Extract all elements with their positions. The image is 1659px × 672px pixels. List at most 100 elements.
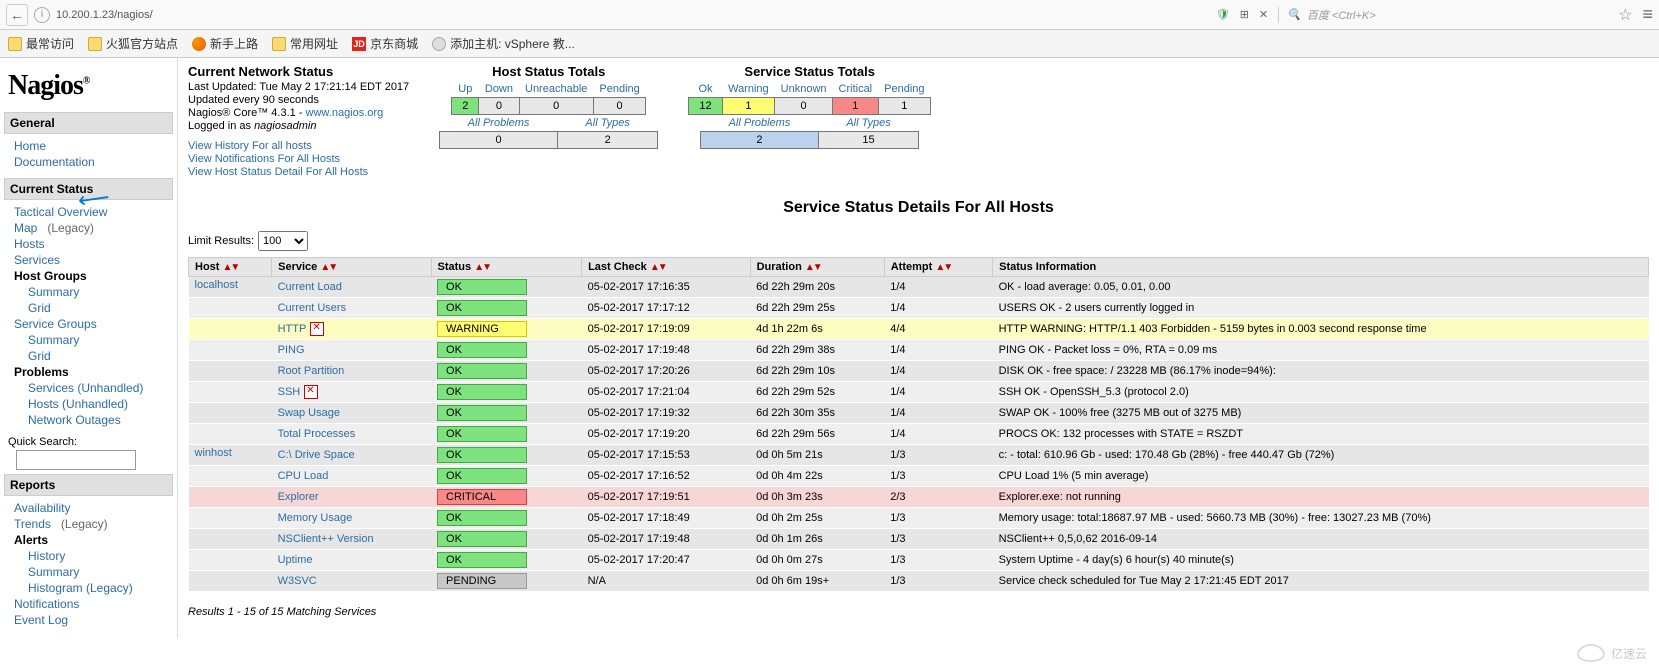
bm-common[interactable]: 常用网址 <box>272 35 338 52</box>
nav-service-groups[interactable]: Service Groups <box>14 316 173 332</box>
hosts-down[interactable]: 0 <box>479 98 519 115</box>
col-last[interactable]: Last Check ▲▼ <box>582 258 751 277</box>
service-link[interactable]: PING <box>272 340 431 361</box>
back-button[interactable]: ← <box>6 4 28 26</box>
nav-history[interactable]: History <box>14 548 173 564</box>
nav-sg-summary[interactable]: Summary <box>14 332 173 348</box>
link-host-detail[interactable]: View Host Status Detail For All Hosts <box>188 166 368 178</box>
bookmark-star-icon[interactable]: ☆ <box>1618 5 1632 25</box>
link-notifications[interactable]: View Notifications For All Hosts <box>188 153 340 165</box>
results-footer: Results 1 - 15 of 15 Matching Services <box>188 606 1649 618</box>
quick-search-input[interactable] <box>16 450 136 470</box>
browser-search-box[interactable]: 🔍 百度 <Ctrl+K> <box>1278 7 1598 23</box>
host-empty <box>189 487 272 508</box>
service-link[interactable]: W3SVC <box>272 571 431 592</box>
nav-hosts[interactable]: Hosts <box>14 236 173 252</box>
nav-trends[interactable]: Trends (Legacy) <box>14 516 173 532</box>
duration: 6d 22h 29m 10s <box>750 361 884 382</box>
nav-sg-grid[interactable]: Grid <box>14 348 173 364</box>
col-service[interactable]: Service ▲▼ <box>272 258 431 277</box>
nav-net-outages[interactable]: Network Outages <box>14 412 173 428</box>
nav-hg-summary[interactable]: Summary <box>14 284 173 300</box>
table-row: HTTP WARNING 05-02-2017 17:19:09 4d 1h 2… <box>189 319 1649 340</box>
svc-all-problems[interactable]: 2 <box>701 132 819 149</box>
shield-icon[interactable]: 🛡 <box>1216 8 1230 21</box>
site-info-icon[interactable]: i <box>34 7 50 23</box>
svc-unknown[interactable]: 0 <box>775 98 833 115</box>
svc-all-types[interactable]: 15 <box>818 132 918 149</box>
bm-most-visited[interactable]: 最常访问 <box>8 35 74 52</box>
nav-hg-grid[interactable]: Grid <box>14 300 173 316</box>
clear-icon[interactable]: ✕ <box>1259 8 1268 21</box>
attempt: 1/3 <box>884 529 992 550</box>
table-row: SSH OK 05-02-2017 17:21:04 6d 22h 29m 52… <box>189 382 1649 403</box>
service-link[interactable]: HTTP <box>272 319 431 340</box>
bm-vsphere[interactable]: 添加主机: vSphere 教... <box>432 35 575 52</box>
nav-alerts[interactable]: Alerts <box>14 532 173 548</box>
nav-problems[interactable]: Problems <box>14 364 173 380</box>
nav-svc-unhandled[interactable]: Services (Unhandled) <box>14 380 173 396</box>
service-link[interactable]: Swap Usage <box>272 403 431 424</box>
nav-hosts-unhandled[interactable]: Hosts (Unhandled) <box>14 396 173 412</box>
last-check: 05-02-2017 17:20:26 <box>582 361 751 382</box>
nav-home[interactable]: Home <box>14 138 173 154</box>
service-link[interactable]: Memory Usage <box>272 508 431 529</box>
table-row: Uptime OK 05-02-2017 17:20:47 0d 0h 0m 2… <box>189 550 1649 571</box>
service-link[interactable]: SSH <box>272 382 431 403</box>
host-all-types[interactable]: 2 <box>557 132 657 149</box>
status-info: SWAP OK - 100% free (3275 MB out of 3275… <box>993 403 1649 424</box>
table-row: Current Users OK 05-02-2017 17:17:12 6d … <box>189 298 1649 319</box>
nav-notifications[interactable]: Notifications <box>14 596 173 612</box>
table-row: NSClient++ Version OK 05-02-2017 17:19:4… <box>189 529 1649 550</box>
bm-jd[interactable]: JD京东商城 <box>352 35 418 52</box>
nav-availability[interactable]: Availability <box>14 500 173 516</box>
host-link[interactable]: localhost <box>189 277 272 298</box>
nav-services[interactable]: Services <box>14 252 173 268</box>
qr-icon[interactable]: ⊞ <box>1240 8 1249 21</box>
col-attempt[interactable]: Attempt ▲▼ <box>884 258 992 277</box>
col-status[interactable]: Status ▲▼ <box>431 258 582 277</box>
globe-icon <box>432 37 446 51</box>
last-check: 05-02-2017 17:19:48 <box>582 340 751 361</box>
nav-host-groups[interactable]: Host Groups <box>14 268 173 284</box>
hosts-pending[interactable]: 0 <box>593 98 645 115</box>
svc-crit[interactable]: 1 <box>833 98 879 115</box>
url-box[interactable]: i 10.200.1.23/nagios/ <box>34 7 1134 23</box>
service-link[interactable]: Current Users <box>272 298 431 319</box>
service-link[interactable]: NSClient++ Version <box>272 529 431 550</box>
nagios-link[interactable]: www.nagios.org <box>306 107 384 119</box>
svc-warn[interactable]: 1 <box>722 98 775 115</box>
nav-map[interactable]: Map (Legacy) <box>14 220 173 236</box>
service-link[interactable]: Explorer <box>272 487 431 508</box>
col-info[interactable]: Status Information <box>993 258 1649 277</box>
menu-icon[interactable]: ≡ <box>1642 4 1653 25</box>
link-history[interactable]: View History For all hosts <box>188 140 312 152</box>
status-cell: OK <box>431 403 582 424</box>
hosts-up[interactable]: 2 <box>452 98 479 115</box>
svc-pending[interactable]: 1 <box>878 98 930 115</box>
nav-documentation[interactable]: Documentation <box>14 154 173 170</box>
last-check: 05-02-2017 17:21:04 <box>582 382 751 403</box>
svc-ok[interactable]: 12 <box>689 98 722 115</box>
last-check: 05-02-2017 17:19:32 <box>582 403 751 424</box>
bm-firefox[interactable]: 火狐官方站点 <box>88 35 178 52</box>
service-link[interactable]: Total Processes <box>272 424 431 445</box>
host-link[interactable]: winhost <box>189 445 272 466</box>
table-row: Root Partition OK 05-02-2017 17:20:26 6d… <box>189 361 1649 382</box>
service-link[interactable]: Current Load <box>272 277 431 298</box>
col-dur[interactable]: Duration ▲▼ <box>750 258 884 277</box>
duration: 6d 22h 29m 38s <box>750 340 884 361</box>
service-link[interactable]: C:\ Drive Space <box>272 445 431 466</box>
col-host[interactable]: Host ▲▼ <box>189 258 272 277</box>
host-all-problems[interactable]: 0 <box>440 132 558 149</box>
hosts-unreach[interactable]: 0 <box>519 98 593 115</box>
nav-summary[interactable]: Summary <box>14 564 173 580</box>
nav-histogram[interactable]: Histogram (Legacy) <box>14 580 173 596</box>
limit-select[interactable]: 100 <box>258 231 308 251</box>
service-link[interactable]: Root Partition <box>272 361 431 382</box>
bm-getting-started[interactable]: 新手上路 <box>192 35 258 52</box>
nav-tactical[interactable]: Tactical Overview <box>14 204 173 220</box>
nav-event-log[interactable]: Event Log <box>14 612 173 628</box>
service-link[interactable]: Uptime <box>272 550 431 571</box>
service-link[interactable]: CPU Load <box>272 466 431 487</box>
